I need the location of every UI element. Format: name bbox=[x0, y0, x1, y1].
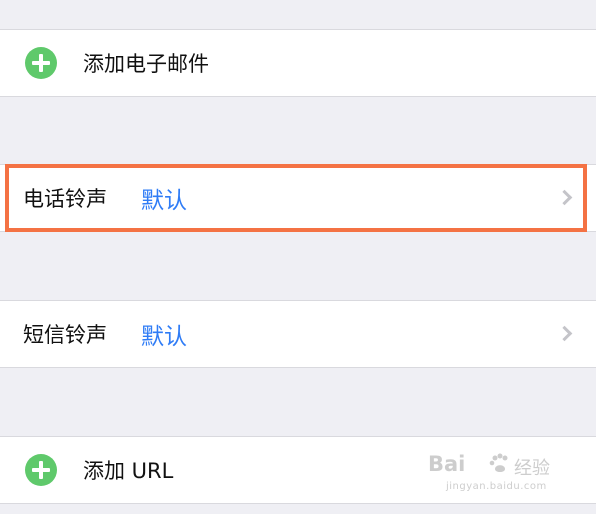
add-email-row[interactable]: 添加电子邮件 bbox=[0, 29, 596, 97]
baidu-jingyan-watermark: Bai 经验 jingyan.baidu.com bbox=[428, 450, 558, 496]
phone-ringtone-row[interactable]: 电话铃声 默认 bbox=[0, 164, 596, 232]
watermark-url: jingyan.baidu.com bbox=[446, 481, 547, 492]
sms-ringtone-label: 短信铃声 bbox=[23, 323, 107, 347]
contact-settings-page: 添加电子邮件 电话铃声 默认 短信铃声 默认 添加 URL Bai 经验 jin… bbox=[0, 0, 596, 514]
plus-circle-icon[interactable] bbox=[25, 454, 57, 486]
chevron-right-icon bbox=[556, 189, 573, 206]
phone-ringtone-value: 默认 bbox=[141, 188, 187, 214]
phone-ringtone-label: 电话铃声 bbox=[23, 187, 107, 211]
sms-ringtone-value: 默认 bbox=[141, 324, 187, 350]
add-email-label: 添加电子邮件 bbox=[83, 52, 209, 76]
watermark-brand: Bai bbox=[428, 452, 466, 476]
sms-ringtone-row[interactable]: 短信铃声 默认 bbox=[0, 300, 596, 368]
add-url-label: 添加 URL bbox=[83, 459, 174, 483]
watermark-cn: 经验 bbox=[514, 458, 550, 479]
chevron-right-icon bbox=[556, 325, 573, 342]
plus-circle-icon[interactable] bbox=[25, 47, 57, 79]
paw-icon bbox=[489, 453, 508, 472]
